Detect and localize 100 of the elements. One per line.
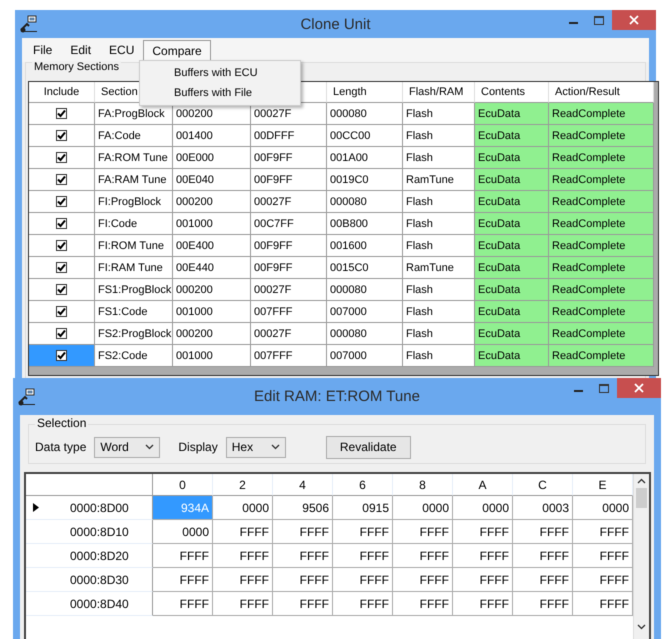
checkbox[interactable] — [56, 328, 67, 339]
table-cell[interactable]: FFFF — [273, 544, 333, 568]
include-cell[interactable] — [29, 147, 95, 169]
revalidate-button[interactable]: Revalidate — [326, 436, 411, 458]
checkbox[interactable] — [56, 218, 67, 229]
column-header[interactable]: C — [513, 474, 573, 496]
menu-item[interactable]: Compare — [143, 40, 211, 62]
column-header[interactable]: 8 — [393, 474, 453, 496]
menu-option[interactable]: Buffers with ECU — [140, 63, 300, 83]
chevron-down-icon[interactable] — [637, 624, 646, 630]
table-cell[interactable]: 0000 — [213, 496, 273, 520]
table-cell[interactable]: 0003 — [513, 496, 573, 520]
table-cell[interactable]: FFFF — [273, 592, 333, 616]
column-header[interactable]: Include — [29, 82, 95, 103]
table-cell[interactable]: FFFF — [213, 568, 273, 592]
table-cell: 00027F — [251, 191, 327, 213]
dropdown[interactable]: Word — [94, 436, 160, 458]
include-cell[interactable] — [29, 301, 95, 323]
checkbox[interactable] — [56, 306, 67, 317]
column-header[interactable]: Flash/RAM — [403, 82, 475, 103]
table-cell[interactable]: FFFF — [333, 520, 393, 544]
checkbox[interactable] — [56, 108, 67, 119]
column-header[interactable]: A — [453, 474, 513, 496]
table-cell: EcuData — [475, 323, 549, 345]
checkbox[interactable] — [56, 262, 67, 273]
column-header[interactable]: 6 — [333, 474, 393, 496]
table-cell[interactable]: FFFF — [513, 592, 573, 616]
menu-item[interactable]: File — [24, 39, 62, 61]
table-cell[interactable]: FFFF — [393, 520, 453, 544]
table-cell[interactable]: FFFF — [153, 568, 213, 592]
table-cell[interactable]: FFFF — [453, 568, 513, 592]
table-cell[interactable]: 0000 — [453, 496, 513, 520]
table-cell: EcuData — [475, 235, 549, 257]
table-cell: EcuData — [475, 125, 549, 147]
row-header[interactable]: 0000:8D20 — [26, 544, 153, 568]
table-cell[interactable]: FFFF — [153, 592, 213, 616]
table-cell: ReadComplete — [549, 147, 654, 169]
row-header[interactable]: 0000:8D10 — [26, 520, 153, 544]
table-cell[interactable]: 0000 — [153, 520, 213, 544]
include-cell[interactable] — [29, 191, 95, 213]
table-cell[interactable]: FFFF — [453, 544, 513, 568]
column-header[interactable]: 4 — [273, 474, 333, 496]
table-cell[interactable]: FFFF — [393, 568, 453, 592]
table-cell: EcuData — [475, 301, 549, 323]
close-button[interactable] — [612, 10, 656, 30]
table-cell[interactable]: FFFF — [213, 520, 273, 544]
table-cell: 001A00 — [327, 147, 403, 169]
table-cell: Flash — [403, 345, 475, 367]
table-cell[interactable]: FFFF — [333, 592, 393, 616]
dropdown[interactable]: Hex — [226, 436, 286, 458]
column-header[interactable]: Action/Result — [549, 82, 654, 103]
table-cell: 00E400 — [173, 235, 251, 257]
close-icon — [629, 15, 639, 25]
table-cell[interactable]: FFFF — [153, 544, 213, 568]
table-cell[interactable]: FFFF — [333, 544, 393, 568]
include-cell[interactable] — [29, 103, 95, 125]
table-cell[interactable]: FFFF — [393, 592, 453, 616]
table-cell[interactable]: 9506 — [273, 496, 333, 520]
scrollbar-thumb[interactable] — [636, 488, 647, 508]
include-cell[interactable] — [29, 213, 95, 235]
table-cell[interactable]: 0000 — [393, 496, 453, 520]
table-cell[interactable]: FFFF — [513, 544, 573, 568]
checkbox[interactable] — [56, 350, 67, 361]
table-cell[interactable]: FFFF — [333, 568, 393, 592]
table-cell[interactable]: FFFF — [453, 520, 513, 544]
menu-item[interactable]: Edit — [61, 39, 100, 61]
include-cell[interactable] — [29, 323, 95, 345]
table-cell[interactable]: FFFF — [213, 544, 273, 568]
checkbox[interactable] — [56, 130, 67, 141]
include-cell[interactable] — [29, 169, 95, 191]
table-cell[interactable]: FFFF — [513, 568, 573, 592]
checkbox[interactable] — [56, 174, 67, 185]
table-cell[interactable]: FFFF — [393, 544, 453, 568]
include-cell[interactable] — [29, 345, 95, 367]
checkbox[interactable] — [56, 284, 67, 295]
column-header[interactable]: 2 — [213, 474, 273, 496]
chevron-down-icon — [145, 444, 154, 450]
table-cell[interactable]: FFFF — [273, 520, 333, 544]
include-cell[interactable] — [29, 235, 95, 257]
column-header[interactable]: Length — [327, 82, 403, 103]
table-cell[interactable]: FFFF — [453, 592, 513, 616]
include-cell[interactable] — [29, 257, 95, 279]
chevron-up-icon[interactable] — [637, 478, 646, 484]
menu-item[interactable]: ECU — [100, 39, 144, 61]
include-cell[interactable] — [29, 125, 95, 147]
table-cell[interactable]: FFFF — [273, 568, 333, 592]
checkbox[interactable] — [56, 152, 67, 163]
close-button[interactable] — [617, 378, 661, 398]
row-header[interactable]: 0000:8D40 — [26, 592, 153, 616]
column-header[interactable]: Contents — [475, 82, 549, 103]
table-cell[interactable]: FFFF — [213, 592, 273, 616]
row-header[interactable]: 0000:8D30 — [26, 568, 153, 592]
group-title: Selection — [35, 416, 88, 430]
table-cell: Flash — [403, 235, 475, 257]
table-cell[interactable]: FFFF — [513, 520, 573, 544]
table-cell[interactable]: 0915 — [333, 496, 393, 520]
checkbox[interactable] — [56, 196, 67, 207]
include-cell[interactable] — [29, 279, 95, 301]
scrollbar[interactable] — [633, 474, 649, 639]
checkbox[interactable] — [56, 240, 67, 251]
